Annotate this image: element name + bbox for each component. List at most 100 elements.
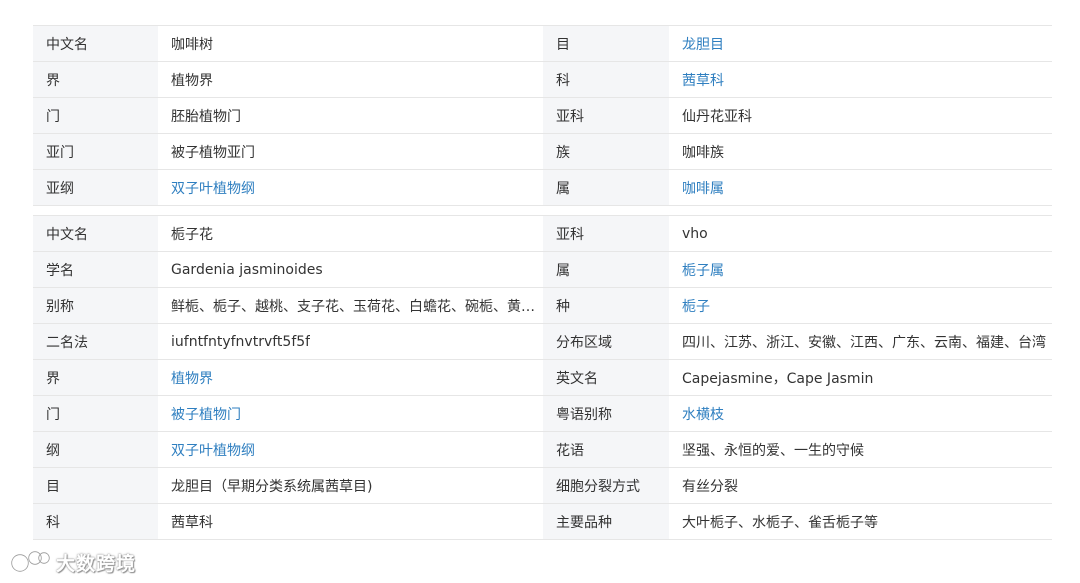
field-value: 茜草科 — [171, 514, 213, 531]
value-cell: Gardenia jasminoides — [158, 252, 543, 287]
value-cell: Capejasmine，Cape Jasmin — [669, 360, 1052, 395]
value-cell: 大叶栀子、水栀子、雀舌栀子等 — [669, 504, 1052, 539]
field-label: 二名法 — [46, 334, 88, 351]
value-cell: 双子叶植物纲 — [158, 432, 543, 467]
field-label: 粤语别称 — [556, 406, 612, 423]
info-table-coffee: 中文名 咖啡树 目 龙胆目界 植物界 科 茜草科门 胚胎植物门 亚科 仙丹花亚科 亚门 被子植物亚门 族… — [33, 25, 1052, 206]
value-cell: 栀子属 — [669, 252, 1052, 287]
label-cell: 门 — [33, 98, 158, 133]
field-value: Capejasmine，Cape Jasmin — [682, 370, 874, 387]
label-cell: 科 — [543, 62, 669, 97]
label-cell: 中文名 — [33, 26, 158, 61]
value-cell: iufntfntyfnvtrvft5f5f — [158, 324, 543, 359]
value-cell: 鲜栀、栀子、越桃、支子花、玉荷花、白蟾花、碗栀、黄栀子、山栀子 — [158, 288, 543, 323]
field-label: 亚门 — [46, 144, 74, 161]
value-link[interactable]: 水横枝 — [682, 404, 724, 424]
field-value: 咖啡树 — [171, 36, 213, 53]
value-cell: 仙丹花亚科 — [669, 98, 1052, 133]
value-cell: 被子植物门 — [158, 396, 543, 431]
field-label: 英文名 — [556, 370, 598, 387]
field-value: vho — [682, 225, 708, 242]
field-label: 种 — [556, 298, 570, 315]
field-value: 大叶栀子、水栀子、雀舌栀子等 — [682, 514, 878, 531]
field-label: 界 — [46, 370, 60, 387]
table-row: 纲 双子叶植物纲 花语 坚强、永恒的爱、一生的守候 — [33, 432, 1052, 468]
value-cell: 茜草科 — [158, 504, 543, 539]
field-label: 族 — [556, 144, 570, 161]
label-cell: 主要品种 — [543, 504, 669, 539]
value-cell: 植物界 — [158, 360, 543, 395]
label-cell: 分布区域 — [543, 324, 669, 359]
label-cell: 亚科 — [543, 216, 669, 251]
value-link[interactable]: 栀子 — [682, 296, 710, 316]
label-cell: 英文名 — [543, 360, 669, 395]
watermark-text: 大数跨境 — [56, 552, 137, 575]
table-row: 界 植物界 科 茜草科 — [33, 62, 1052, 98]
label-cell: 族 — [543, 134, 669, 169]
value-cell: 水横枝 — [669, 396, 1052, 431]
field-label: 别称 — [46, 298, 74, 315]
label-cell: 属 — [543, 252, 669, 287]
field-label: 门 — [46, 108, 60, 125]
table-row: 亚纲 双子叶植物纲 属 咖啡属 — [33, 170, 1052, 206]
field-label: 学名 — [46, 262, 74, 279]
table-row: 别称 鲜栀、栀子、越桃、支子花、玉荷花、白蟾花、碗栀、黄栀子、山栀子种 栀子 — [33, 288, 1052, 324]
field-label: 科 — [46, 514, 60, 531]
value-link[interactable]: 被子植物门 — [171, 404, 241, 424]
table-row: 学名 Gardenia jasminoides 属 栀子属 — [33, 252, 1052, 288]
value-link[interactable]: 双子叶植物纲 — [171, 178, 255, 198]
field-value: Gardenia jasminoides — [171, 261, 323, 278]
value-cell: 植物界 — [158, 62, 543, 97]
table-row: 中文名 栀子花 亚科 vho — [33, 216, 1052, 252]
field-value: 坚强、永恒的爱、一生的守候 — [682, 442, 864, 459]
field-label: 亚科 — [556, 108, 584, 125]
value-cell: 有丝分裂 — [669, 468, 1052, 503]
label-cell: 中文名 — [33, 216, 158, 251]
label-cell: 亚科 — [543, 98, 669, 133]
label-cell: 花语 — [543, 432, 669, 467]
value-cell: 被子植物亚门 — [158, 134, 543, 169]
field-label: 目 — [46, 478, 60, 495]
value-link[interactable]: 咖啡属 — [682, 178, 724, 198]
table-row: 中文名 咖啡树 目 龙胆目 — [33, 26, 1052, 62]
label-cell: 科 — [33, 504, 158, 539]
value-cell: 咖啡树 — [158, 26, 543, 61]
label-cell: 亚纲 — [33, 170, 158, 205]
value-cell: 坚强、永恒的爱、一生的守候 — [669, 432, 1052, 467]
label-cell: 粤语别称 — [543, 396, 669, 431]
field-value: 四川、江苏、浙江、安徽、江西、广东、云南、福建、台湾 — [682, 334, 1046, 351]
field-value: 被子植物亚门 — [171, 144, 255, 161]
field-label: 属 — [556, 180, 570, 197]
field-value: 栀子花 — [171, 226, 213, 243]
value-cell: vho — [669, 216, 1052, 251]
label-cell: 门 — [33, 396, 158, 431]
field-label: 分布区域 — [556, 334, 612, 351]
field-value: 植物界 — [171, 72, 213, 89]
label-cell: 亚门 — [33, 134, 158, 169]
field-label: 科 — [556, 72, 570, 89]
value-link[interactable]: 双子叶植物纲 — [171, 440, 255, 460]
label-cell: 别称 — [33, 288, 158, 323]
value-link[interactable]: 茜草科 — [682, 70, 724, 90]
value-link[interactable]: 龙胆目 — [682, 34, 724, 54]
value-cell: 双子叶植物纲 — [158, 170, 543, 205]
label-cell: 纲 — [33, 432, 158, 467]
watermark: 大数跨境 — [10, 546, 136, 578]
field-value: 咖啡族 — [682, 144, 724, 161]
table-row: 界 植物界 英文名 Capejasmine，Cape Jasmin — [33, 360, 1052, 396]
value-cell: 四川、江苏、浙江、安徽、江西、广东、云南、福建、台湾 — [669, 324, 1052, 359]
value-link[interactable]: 植物界 — [171, 368, 213, 388]
value-link[interactable]: 栀子属 — [682, 260, 724, 280]
field-value: 仙丹花亚科 — [682, 108, 752, 125]
field-label: 目 — [556, 36, 570, 53]
label-cell: 目 — [543, 26, 669, 61]
value-cell: 栀子花 — [158, 216, 543, 251]
value-cell: 栀子 — [669, 288, 1052, 323]
value-cell: 茜草科 — [669, 62, 1052, 97]
table-row: 门 被子植物门 粤语别称 水横枝 — [33, 396, 1052, 432]
label-cell: 界 — [33, 360, 158, 395]
table-row: 科 茜草科 主要品种 大叶栀子、水栀子、雀舌栀子等 — [33, 504, 1052, 540]
field-label: 花语 — [556, 442, 584, 459]
label-cell: 界 — [33, 62, 158, 97]
table-row: 门 胚胎植物门 亚科 仙丹花亚科 — [33, 98, 1052, 134]
